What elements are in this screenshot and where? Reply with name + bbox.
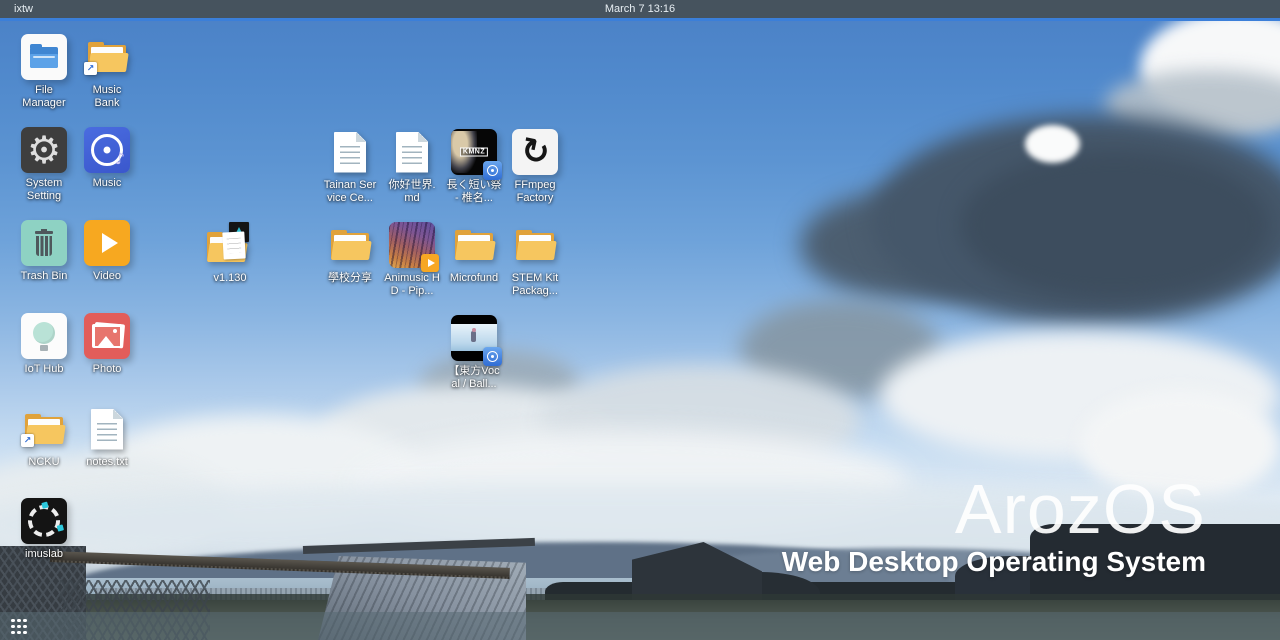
- video-thumbnail-icon: [451, 314, 497, 362]
- text-document-icon: [334, 128, 366, 176]
- text-document-icon: [91, 405, 123, 453]
- shortcut-arrow-icon: [21, 434, 34, 447]
- photo-stack-icon: [84, 312, 130, 360]
- desktop-icon-notes-txt[interactable]: notes.txt: [75, 405, 139, 469]
- branding: ArozOS Web Desktop Operating System: [782, 476, 1206, 578]
- desktop-icon-system-setting[interactable]: System Setting: [12, 126, 76, 203]
- desktop-icon-ffmpeg-factory[interactable]: FFmpeg Factory: [503, 128, 567, 205]
- folder-shortcut-icon: [25, 405, 63, 453]
- os-title: ArozOS: [782, 476, 1206, 543]
- topbar-accent-line: [0, 18, 1280, 21]
- desktop-icon-imuslab[interactable]: imuslab: [12, 497, 76, 561]
- folder-icon: [331, 221, 369, 269]
- desktop-icon-music-bank[interactable]: Music Bank: [75, 33, 139, 110]
- desktop-icon-photo[interactable]: Photo: [75, 312, 139, 376]
- folder-icon: [516, 221, 554, 269]
- text-document-icon: [396, 128, 428, 176]
- shortcut-arrow-icon: [84, 62, 97, 75]
- os-subtitle: Web Desktop Operating System: [782, 546, 1206, 578]
- folder-shortcut-icon: [88, 33, 126, 81]
- desktop-icon-ncku[interactable]: NCKU: [12, 405, 76, 469]
- desktop-icon-touhou-vocal[interactable]: 【東方Vocal / Ball...: [442, 314, 506, 391]
- media-badge-icon: [483, 347, 502, 366]
- video-thumbnail-icon: [389, 221, 435, 269]
- top-bar: ixtw March 7 13:16: [0, 0, 1280, 18]
- imuslab-logo-icon: [21, 497, 67, 545]
- desktop-icon-hello-world-md[interactable]: 你好世界.md: [380, 128, 444, 205]
- cloud: [1025, 125, 1080, 163]
- taskbar: [0, 612, 1280, 640]
- desktop-icon-tainan-service[interactable]: Tainan Service Ce...: [318, 128, 382, 205]
- desktop-icon-file-manager[interactable]: File Manager: [12, 33, 76, 110]
- folder-preview-icon: [207, 221, 253, 269]
- music-cd-icon: [84, 126, 130, 174]
- desktop-icon-microfund[interactable]: Microfund: [442, 221, 506, 285]
- trash-can-icon: [21, 219, 67, 267]
- desktop-icon-animusic-hd[interactable]: Animusic HD - Pip...: [380, 221, 444, 298]
- desktop-icon-v1130[interactable]: v1.130: [198, 221, 262, 285]
- grid-dots-icon: [11, 619, 27, 635]
- recycle-arrows-icon: [512, 128, 558, 176]
- desktop-icon-music[interactable]: Music: [75, 126, 139, 190]
- folder-icon: [455, 221, 493, 269]
- desktop-icon-school-share[interactable]: 學校分享: [318, 221, 382, 285]
- desktop-icon-video[interactable]: Video: [75, 219, 139, 283]
- desktop-icon-trash-bin[interactable]: Trash Bin: [12, 219, 76, 283]
- media-badge-icon: [483, 161, 502, 180]
- album-art-icon: KMNZ: [451, 128, 497, 176]
- play-badge-icon: [421, 254, 439, 272]
- file-manager-icon: [21, 33, 67, 81]
- desktop-icon-stem-kit[interactable]: STEM Kit Packag...: [503, 221, 567, 298]
- light-bulb-icon: [21, 312, 67, 360]
- desktop-icon-iot-hub[interactable]: IoT Hub: [12, 312, 76, 376]
- dark-cloud: [960, 150, 1270, 300]
- gear-icon: [21, 126, 67, 174]
- clock-label: March 7 13:16: [0, 0, 1280, 18]
- desktop-icon-nagaku-mijikai-matsuri[interactable]: KMNZ 長く短い祭 - 椎名...: [442, 128, 506, 205]
- app-launcher-button[interactable]: [11, 617, 35, 636]
- play-icon: [84, 219, 130, 267]
